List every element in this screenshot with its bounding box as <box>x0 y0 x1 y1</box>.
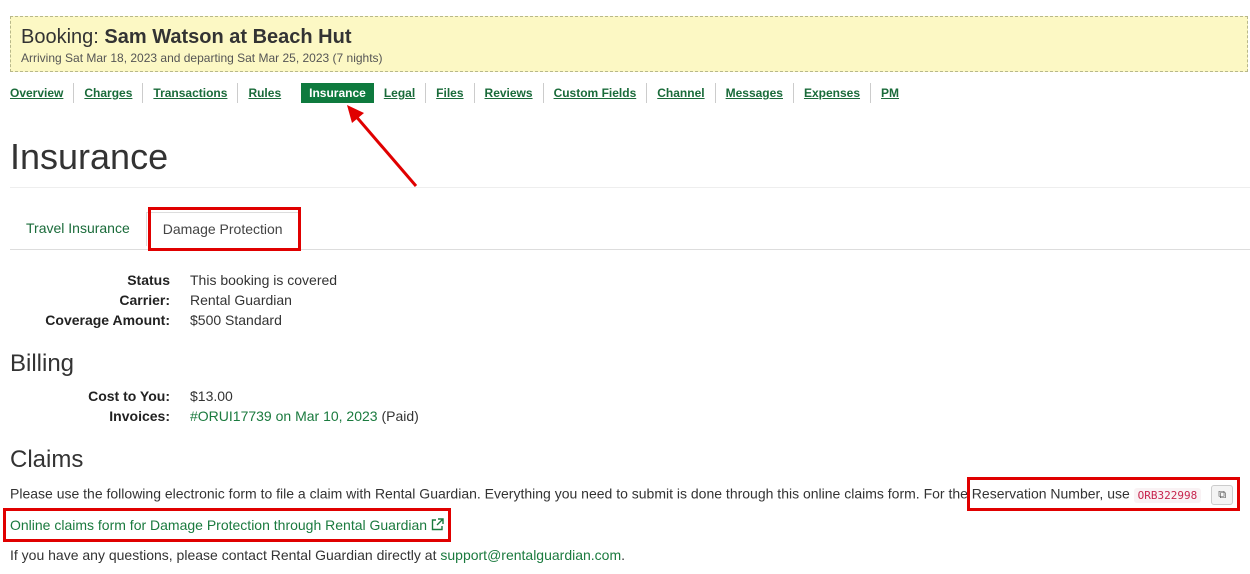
coverage-amount-value: $500 Standard <box>190 312 282 328</box>
nav-reviews[interactable]: Reviews <box>473 83 543 103</box>
booking-prefix: Booking: <box>21 26 99 48</box>
status-value: This booking is covered <box>190 272 338 288</box>
nav-messages[interactable]: Messages <box>714 83 793 103</box>
copy-button[interactable]: ⧉ <box>1211 485 1234 505</box>
external-link-icon <box>431 517 444 533</box>
nav-transactions[interactable]: Transactions <box>142 83 237 103</box>
copy-icon: ⧉ <box>1218 489 1227 501</box>
contact-text: If you have any questions, please contac… <box>10 547 437 563</box>
reservation-number: ORB322998 <box>1133 487 1202 503</box>
insurance-tabs: Travel Insurance Damage Protection <box>10 212 300 246</box>
nav-channel[interactable]: Channel <box>646 83 714 103</box>
booking-nav: Overview Charges Transactions Rules Insu… <box>10 82 909 104</box>
tab-damage-protection[interactable]: Damage Protection <box>145 212 300 246</box>
coverage-details: Status This booking is covered Carrier: Re… <box>10 270 337 330</box>
booking-name: Sam Watson at Beach Hut <box>104 26 352 48</box>
booking-dates: Arriving Sat Mar 18, 2023 and departing … <box>21 51 383 65</box>
page-title: Insurance <box>10 136 169 177</box>
invoices-label: Invoices: <box>109 408 170 424</box>
nav-custom-fields[interactable]: Custom Fields <box>542 83 647 103</box>
billing-heading: Billing <box>10 350 75 377</box>
billing-details: Cost to You: $13.00 Invoices: #ORUI17739 … <box>10 386 419 426</box>
claims-form-row: Online claims form for Damage Protection… <box>10 517 444 533</box>
invoice-status: (Paid) <box>381 408 419 424</box>
booking-banner: Booking: Sam Watson at Beach Hut Arrivin… <box>10 16 1248 72</box>
tab-travel-insurance[interactable]: Travel Insurance <box>10 212 146 246</box>
nav-rules[interactable]: Rules <box>237 83 291 103</box>
nav-charges[interactable]: Charges <box>73 83 142 103</box>
cost-value: $13.00 <box>190 388 233 404</box>
claims-form-link[interactable]: Online claims form for Damage Protection… <box>10 517 427 533</box>
claims-heading: Claims <box>10 446 84 473</box>
nav-pm[interactable]: PM <box>870 83 909 103</box>
booking-title: Booking: Sam Watson at Beach Hut <box>21 25 1237 49</box>
cost-label: Cost to You: <box>88 388 170 404</box>
contact-email-link[interactable]: support@rentalguardian.com <box>440 547 621 563</box>
carrier-value: Rental Guardian <box>190 292 292 308</box>
nav-overview[interactable]: Overview <box>10 83 73 103</box>
claims-text: Please use the following electronic form… <box>10 485 1130 502</box>
coverage-amount-label: Coverage Amount: <box>45 312 170 328</box>
tabs-divider <box>10 249 1250 250</box>
title-divider <box>10 187 1250 188</box>
claims-paragraph: Please use the following electronic form… <box>10 485 1234 505</box>
contact-row: If you have any questions, please contac… <box>10 547 625 563</box>
nav-expenses[interactable]: Expenses <box>792 83 870 103</box>
annotation-arrow <box>347 105 418 187</box>
invoice-link[interactable]: #ORUI17739 on Mar 10, 2023 <box>190 408 378 424</box>
nav-files[interactable]: Files <box>425 83 473 103</box>
status-label: Status <box>127 272 170 288</box>
contact-end: . <box>621 547 626 563</box>
carrier-label: Carrier: <box>119 292 170 308</box>
